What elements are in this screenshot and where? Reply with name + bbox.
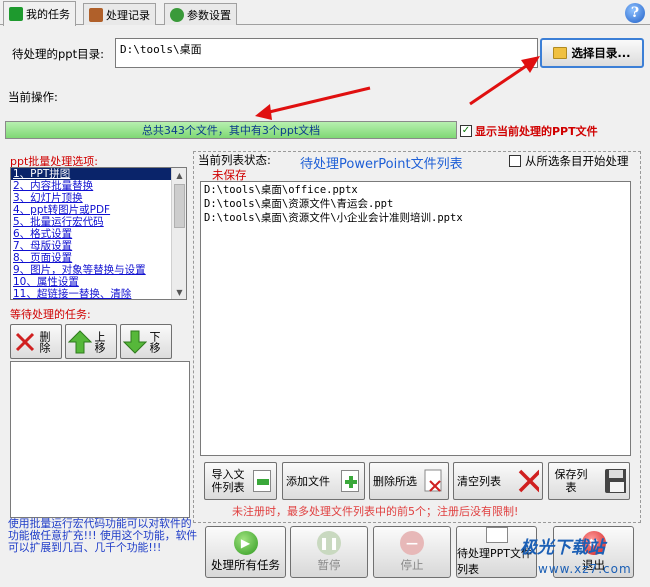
stop-icon: —: [400, 531, 424, 555]
checkbox-unchecked-icon: [509, 155, 521, 167]
scroll-thumb[interactable]: [174, 184, 185, 228]
option-item[interactable]: 9、图片，对象等替换与设置: [11, 264, 186, 276]
delete-selected-button[interactable]: 删除所选: [369, 462, 449, 500]
tasks-title: 等待处理的任务:: [10, 308, 91, 321]
waiting-tasks-list[interactable]: [10, 361, 190, 518]
play-icon: ▶: [233, 531, 258, 555]
progress-bar: 总共343个文件，其中有3个ppt文档: [5, 121, 457, 139]
add-icon: [339, 468, 361, 494]
delete-x-icon: [15, 332, 35, 351]
options-list[interactable]: 1、PPT拼图 2、内容批量替换 3、幻灯片顶换 4、ppt转图片或PDF 5、批量运行…: [10, 167, 187, 300]
move-up-button[interactable]: 上移: [65, 324, 117, 359]
from-selected-checkbox[interactable]: 从所选条目开始处理: [509, 153, 629, 169]
stop-label: 停止: [400, 558, 424, 572]
file-list-title: 待处理PowerPoint文件列表: [300, 157, 463, 172]
delete-task-label: 删除: [38, 330, 51, 353]
watermark-title: 极光下载站: [520, 538, 605, 558]
options-scrollbar[interactable]: ▲ ▼: [171, 168, 186, 299]
file-row[interactable]: D:\tools\桌面\资源文件\小企业会计准则培训.pptx: [204, 211, 627, 225]
delete-task-button[interactable]: 删除: [10, 324, 62, 359]
pause-icon: ❚❚: [317, 531, 341, 555]
checkbox-checked-icon: [460, 125, 472, 137]
clear-list-button[interactable]: 清空列表: [453, 462, 543, 500]
move-down-label: 下移: [148, 330, 161, 353]
option-item[interactable]: 1、PPT拼图: [11, 168, 186, 180]
option-item[interactable]: 4、ppt转图片或PDF: [11, 204, 186, 216]
clear-list-label: 清空列表: [457, 475, 501, 488]
delete-file-icon: [423, 468, 445, 494]
watermark-url: www.xz7.com: [538, 562, 632, 576]
from-selected-label: 从所选条目开始处理: [525, 154, 629, 168]
import-icon: [251, 468, 273, 494]
floppy-disk-icon: [604, 468, 626, 494]
arrow-up-icon: [68, 329, 92, 353]
show-current-label: 显示当前处理的PPT文件: [475, 125, 598, 138]
process-all-button[interactable]: ▶ 处理所有任务: [205, 526, 286, 578]
delete-selected-label: 删除所选: [373, 475, 417, 488]
option-item[interactable]: 7、母版设置: [11, 240, 186, 252]
macro-info-text: 使用批量运行宏代码功能可以对软件的功能做任意扩充!!! 使用这个功能，软件可以扩…: [8, 517, 198, 554]
save-list-button[interactable]: 保存列表: [548, 462, 630, 500]
pause-button[interactable]: ❚❚ 暂停: [290, 526, 368, 578]
ppt-file-list[interactable]: D:\tools\桌面\office.pptx D:\tools\桌面\资源文件…: [200, 181, 631, 456]
file-row[interactable]: D:\tools\桌面\资源文件\青运会.ppt: [204, 197, 627, 211]
arrow-down-icon: [123, 330, 147, 354]
registration-notice: 未注册时，最多处理文件列表中的前5个；注册后没有限制!: [232, 505, 519, 518]
import-list-button[interactable]: 导入文件列表: [204, 462, 277, 500]
document-icon: [485, 527, 508, 543]
arrow-to-select-dir-icon: [469, 56, 540, 106]
option-item[interactable]: 3、幻灯片顶换: [11, 192, 186, 204]
option-item[interactable]: 11、超链接一替换、清除: [11, 288, 186, 299]
stop-button[interactable]: — 停止: [373, 526, 451, 578]
scroll-up-icon[interactable]: ▲: [172, 168, 186, 182]
add-file-button[interactable]: 添加文件: [282, 462, 365, 500]
option-item[interactable]: 2、内容批量替换: [11, 180, 186, 192]
annotation-arrows: [255, 56, 540, 120]
clear-x-icon: [517, 468, 539, 494]
add-file-label: 添加文件: [286, 475, 330, 488]
arrow-to-progress-icon: [255, 86, 371, 120]
option-item[interactable]: 10、属性设置: [11, 276, 186, 288]
progress-text: 总共343个文件，其中有3个ppt文档: [141, 124, 321, 137]
list-status-label: 当前列表状态:: [198, 153, 271, 167]
process-all-label: 处理所有任务: [211, 558, 280, 572]
option-item[interactable]: 8、页面设置: [11, 252, 186, 264]
file-row[interactable]: D:\tools\桌面\office.pptx: [204, 183, 627, 197]
import-list-label: 导入文件列表: [211, 468, 245, 494]
scroll-down-icon[interactable]: ▼: [172, 285, 186, 299]
move-down-button[interactable]: 下移: [120, 324, 172, 359]
option-item[interactable]: 5、批量运行宏代码: [11, 216, 186, 228]
move-up-label: 上移: [93, 330, 106, 353]
pause-label: 暂停: [317, 558, 341, 572]
show-current-checkbox[interactable]: 显示当前处理的PPT文件: [460, 123, 598, 139]
option-item[interactable]: 6、格式设置: [11, 228, 186, 240]
save-list-label: 保存列表: [554, 468, 588, 494]
